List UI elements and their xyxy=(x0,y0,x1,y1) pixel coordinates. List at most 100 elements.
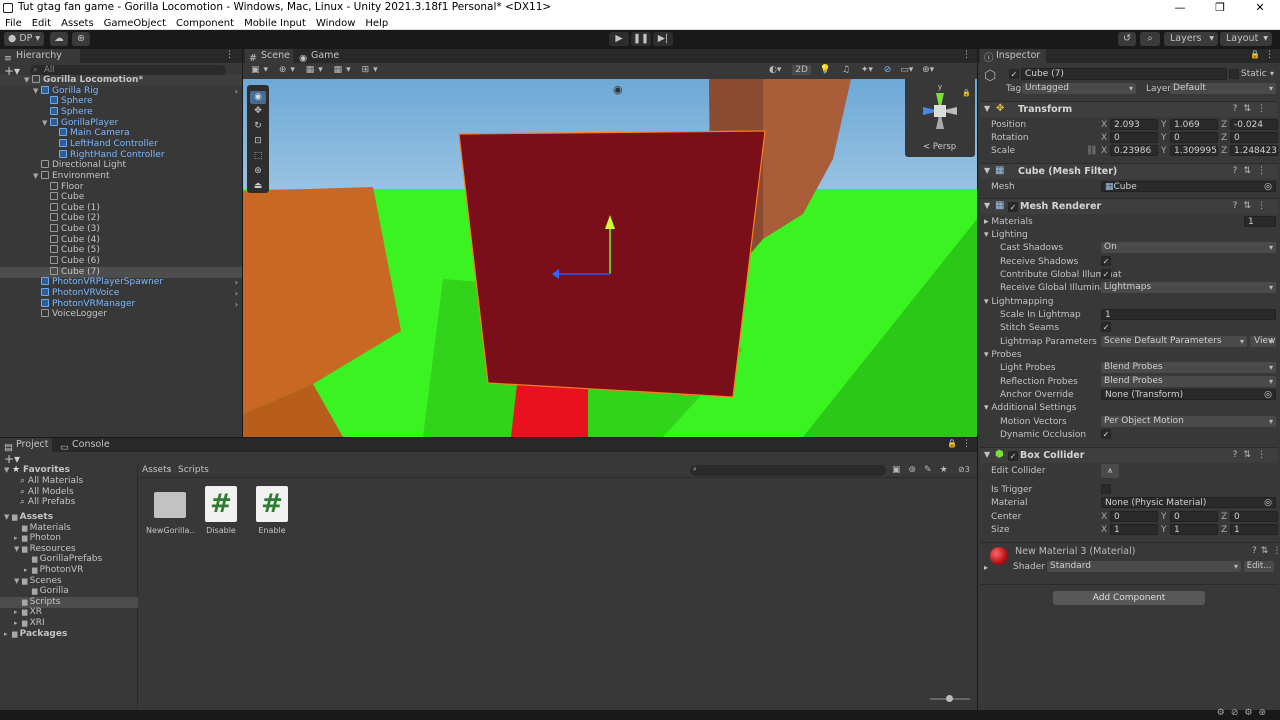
menu-gameobject[interactable]: GameObject xyxy=(99,17,171,30)
menu-help[interactable]: Help xyxy=(360,17,393,30)
persp-label[interactable]: < Persp xyxy=(923,142,956,152)
layout-dropdown[interactable]: Layout ▾ xyxy=(1220,32,1272,46)
project-menu-icon[interactable]: ⋮ xyxy=(962,439,971,449)
size-y-label[interactable]: Y xyxy=(1161,525,1167,535)
search-icon[interactable]: ⌕ xyxy=(1140,32,1160,46)
mesh-renderer-enabled-checkbox[interactable]: ✓ xyxy=(1008,202,1018,212)
shader-edit-button[interactable]: Edit... xyxy=(1244,561,1274,572)
prefab-open-icon[interactable]: › xyxy=(235,299,238,310)
project-folder-item[interactable]: ▆ Materials xyxy=(0,523,138,534)
hierarchy-item[interactable]: Sphere xyxy=(0,106,242,118)
hierarchy-item[interactable]: Cube xyxy=(0,192,242,203)
transform-tool-icon[interactable]: ⊛ xyxy=(250,166,266,179)
expand-arrow-icon[interactable]: ▼ xyxy=(42,118,50,129)
tab-scene[interactable]: # Scene xyxy=(245,49,293,64)
position-y-label[interactable]: Y xyxy=(1161,120,1167,130)
shader-dropdown[interactable]: Standard xyxy=(1047,561,1241,572)
mesh-filter-header[interactable]: ▼ ▦ Cube (Mesh Filter) ?⇅⋮ xyxy=(980,163,1278,179)
materials-count[interactable]: 1 xyxy=(1244,216,1276,227)
project-folder-item[interactable]: ▼ ▆ Scenes xyxy=(0,576,138,587)
collider-material-field[interactable]: None (Physic Material) ◎ xyxy=(1101,497,1276,508)
stitch-seams-checkbox[interactable]: ✓ xyxy=(1101,322,1111,332)
minimize-button[interactable]: — xyxy=(1160,0,1200,16)
cloud-icon[interactable]: ☁ xyxy=(50,32,68,46)
rotate-tool-icon[interactable]: ↻ xyxy=(250,121,266,134)
expand-arrow-icon[interactable]: ▸ xyxy=(14,618,22,629)
object-name-input[interactable]: Cube (7) xyxy=(1021,68,1227,80)
component-menu-icons[interactable]: ?⇅⋮ xyxy=(1233,166,1272,176)
size-x-input[interactable]: 1 xyxy=(1110,524,1158,535)
hidden-packages-icon[interactable]: ⊘3 xyxy=(958,465,970,474)
is-trigger-checkbox[interactable] xyxy=(1101,484,1111,494)
lighting-foldout[interactable]: ▾ Lighting xyxy=(984,230,1028,240)
layer-dropdown[interactable]: Default xyxy=(1170,83,1276,94)
hierarchy-menu-icon[interactable]: ⋮ xyxy=(225,50,234,60)
tag-dropdown[interactable]: Untagged xyxy=(1022,83,1136,94)
prefab-open-icon[interactable]: › xyxy=(235,277,238,288)
static-dropdown-icon[interactable]: ▾ xyxy=(1270,69,1274,78)
center-x-label[interactable]: X xyxy=(1101,512,1107,522)
effects-icon[interactable]: ✦▾ xyxy=(861,65,873,75)
prefab-open-icon[interactable]: › xyxy=(235,288,238,299)
hierarchy-item[interactable]: ▼ Gorilla Rig › xyxy=(0,85,242,97)
status-icons[interactable]: ⚙⊘⚙⊛ xyxy=(1217,708,1272,718)
orientation-gizmo[interactable]: y < Persp 🔒 xyxy=(905,79,975,157)
object-picker-icon[interactable]: ◎ xyxy=(1264,182,1272,191)
hierarchy-item[interactable]: Floor xyxy=(0,181,242,193)
receive-shadows-checkbox[interactable]: ✓ xyxy=(1101,256,1111,266)
menu-window[interactable]: Window xyxy=(311,17,360,30)
gizmos-icon[interactable]: ⊕▾ xyxy=(922,65,934,75)
hierarchy-item[interactable]: RightHand Controller xyxy=(0,149,242,161)
scale-y-input[interactable]: 1.309995 xyxy=(1170,145,1218,156)
tab-game[interactable]: ◉ Game xyxy=(295,49,341,64)
active-checkbox[interactable]: ✓ xyxy=(1009,69,1019,79)
scale-tool-icon[interactable]: ⊡ xyxy=(250,136,266,149)
project-folder-item[interactable]: ▸ ▆ XR xyxy=(0,607,138,618)
audio-icon[interactable]: ♫ xyxy=(842,65,850,75)
rotation-z-input[interactable]: 0 xyxy=(1230,132,1278,143)
foldout-arrow-icon[interactable]: ▼ xyxy=(984,166,990,175)
slider-handle[interactable] xyxy=(946,695,953,702)
tab-inspector[interactable]: ⓘ Inspector xyxy=(980,49,1046,64)
scale-x-label[interactable]: X xyxy=(1101,146,1107,156)
hierarchy-item[interactable]: Directional Light xyxy=(0,160,242,171)
history-icon[interactable]: ↺ xyxy=(1118,32,1136,46)
asset-item[interactable]: NewGorilla... xyxy=(146,482,194,535)
expand-arrow-icon[interactable]: ▸ xyxy=(14,607,22,618)
scale-z-label[interactable]: Z xyxy=(1221,146,1227,156)
center-y-label[interactable]: Y xyxy=(1161,512,1167,522)
reflection-probes-dropdown[interactable]: Blend Probes xyxy=(1101,376,1276,387)
size-z-label[interactable]: Z xyxy=(1221,525,1227,535)
probes-foldout[interactable]: ▾ Probes xyxy=(984,350,1022,360)
position-y-input[interactable]: 1.069 xyxy=(1170,119,1218,130)
anchor-override-field[interactable]: None (Transform) ◎ xyxy=(1101,389,1276,400)
menu-edit[interactable]: Edit xyxy=(27,17,56,30)
favorite-item[interactable]: ⌕ All Models xyxy=(20,487,74,498)
hierarchy-item[interactable]: Cube (5) xyxy=(0,245,242,256)
move-tool-icon[interactable]: ✥ xyxy=(250,106,266,119)
scene-viewport[interactable]: ◉ ◉ ✥ ↻ ⊡ ⬚ ⊛ ⏏ y < Persp 🔒 xyxy=(243,79,977,437)
expand-arrow-icon[interactable]: ▼ xyxy=(33,171,41,182)
view-tool-icon[interactable]: ◉ xyxy=(250,91,266,104)
project-folder-item[interactable]: ▸ ▆ PhotonVR xyxy=(0,565,138,576)
shading-mode-icon[interactable]: ◐▾ xyxy=(769,65,781,75)
layers-dropdown[interactable]: Layers ▾ xyxy=(1164,32,1218,46)
expand-arrow-icon[interactable]: ▸ xyxy=(24,565,32,576)
tab-project[interactable]: ▤ Project xyxy=(0,438,52,453)
lighting-icon[interactable]: 💡 xyxy=(820,65,831,75)
dynamic-occlusion-checkbox[interactable]: ✓ xyxy=(1101,429,1111,439)
mesh-field[interactable]: ▦Cube ◎ xyxy=(1101,181,1276,192)
hierarchy-item[interactable]: Cube (2) xyxy=(0,213,242,224)
position-z-input[interactable]: -0.024 xyxy=(1230,119,1278,130)
scale-x-input[interactable]: 0.23986 xyxy=(1110,145,1158,156)
light-probes-dropdown[interactable]: Blend Probes xyxy=(1101,362,1276,373)
scene-menu-icon[interactable]: ⋮ xyxy=(962,50,971,60)
hierarchy-item[interactable]: PhotonVRVoice › xyxy=(0,288,242,299)
box-collider-enabled-checkbox[interactable]: ✓ xyxy=(1008,451,1018,461)
project-folder-item[interactable]: ▆ Gorilla xyxy=(0,586,138,597)
size-y-input[interactable]: 1 xyxy=(1170,524,1218,535)
material-foldout-icon[interactable]: ▸ xyxy=(984,563,988,572)
project-filter-icons[interactable]: ▣⊛✎★ xyxy=(892,465,956,475)
maximize-button[interactable]: ❐ xyxy=(1200,0,1240,16)
selected-cube[interactable] xyxy=(458,130,766,398)
